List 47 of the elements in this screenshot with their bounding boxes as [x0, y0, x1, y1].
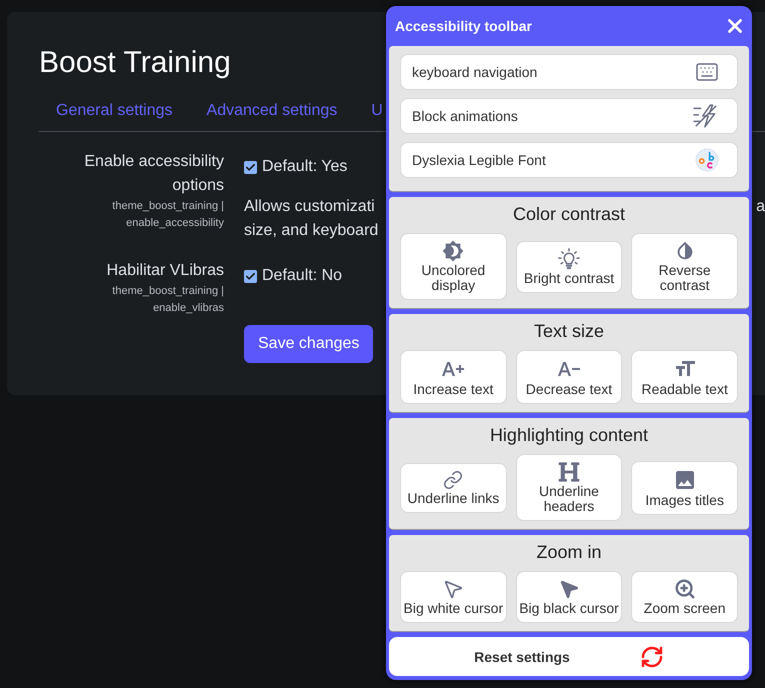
- link-icon: [443, 470, 464, 490]
- feature-toggle[interactable]: keyboard navigation: [400, 54, 738, 90]
- tab[interactable]: U: [371, 91, 383, 131]
- zoom-in-icon: [674, 578, 696, 600]
- setting-label: Habilitar VLibras: [106, 261, 224, 281]
- setting-label: Enable accessibility options: [83, 152, 224, 196]
- option-button[interactable]: Zoom screen: [631, 571, 738, 623]
- feature-toggle[interactable]: Block animations: [400, 98, 738, 134]
- section-title: Text size: [532, 320, 606, 342]
- tab[interactable]: Advanced settings: [206, 91, 338, 131]
- option-button[interactable]: Big white cursor: [400, 571, 507, 623]
- section-title: Highlighting content: [488, 424, 650, 446]
- option-button[interactable]: Reverse contrast: [631, 233, 738, 300]
- save-button[interactable]: Save changes: [244, 325, 374, 363]
- section-title: Zoom in: [535, 541, 603, 563]
- cursor-icon: [442, 578, 464, 600]
- default-value-text: Default: Yes: [262, 157, 348, 177]
- page-title: Boost Training: [39, 45, 231, 81]
- brightness-icon: [442, 240, 464, 262]
- description-fragment: a: [756, 197, 765, 217]
- abc-icon: [695, 148, 719, 172]
- option-button[interactable]: Big black cursor: [516, 571, 622, 623]
- tab[interactable]: General settings: [56, 91, 173, 131]
- option-button[interactable]: Uncolored display: [400, 233, 507, 300]
- option-button[interactable]: Increase text: [400, 350, 507, 404]
- feature-toggle[interactable]: Dyslexia Legible Font: [400, 142, 738, 178]
- checkbox[interactable]: [244, 160, 257, 174]
- lightbulb-icon: [558, 248, 580, 270]
- check-icon: [245, 162, 256, 172]
- toolbar-title: Accessibility toolbar: [395, 18, 532, 34]
- check-icon: [245, 270, 256, 282]
- option-button[interactable]: Images titles: [631, 460, 738, 514]
- setting-description: Allows customizati size, and keyboard: [244, 197, 378, 241]
- option-button[interactable]: Underline headers: [516, 454, 622, 521]
- section-title: Color contrast: [512, 203, 626, 225]
- default-value-text: Default: No: [262, 266, 342, 286]
- refresh-icon: [640, 644, 664, 668]
- reset-button[interactable]: Reset settings: [389, 637, 749, 676]
- option-button[interactable]: Underline links: [400, 462, 507, 512]
- setting-key: theme_boost_training | enable_vlibras: [89, 283, 224, 317]
- crossed-lightning-icon: [693, 103, 719, 129]
- heading-icon: [558, 461, 580, 483]
- checkbox[interactable]: [244, 270, 257, 282]
- option-button[interactable]: Bright contrast: [516, 240, 622, 292]
- setting-key: theme_boost_training | enable_accessibility: [89, 198, 224, 232]
- option-button[interactable]: Readable text: [631, 350, 738, 404]
- option-button[interactable]: Decrease text: [516, 350, 622, 404]
